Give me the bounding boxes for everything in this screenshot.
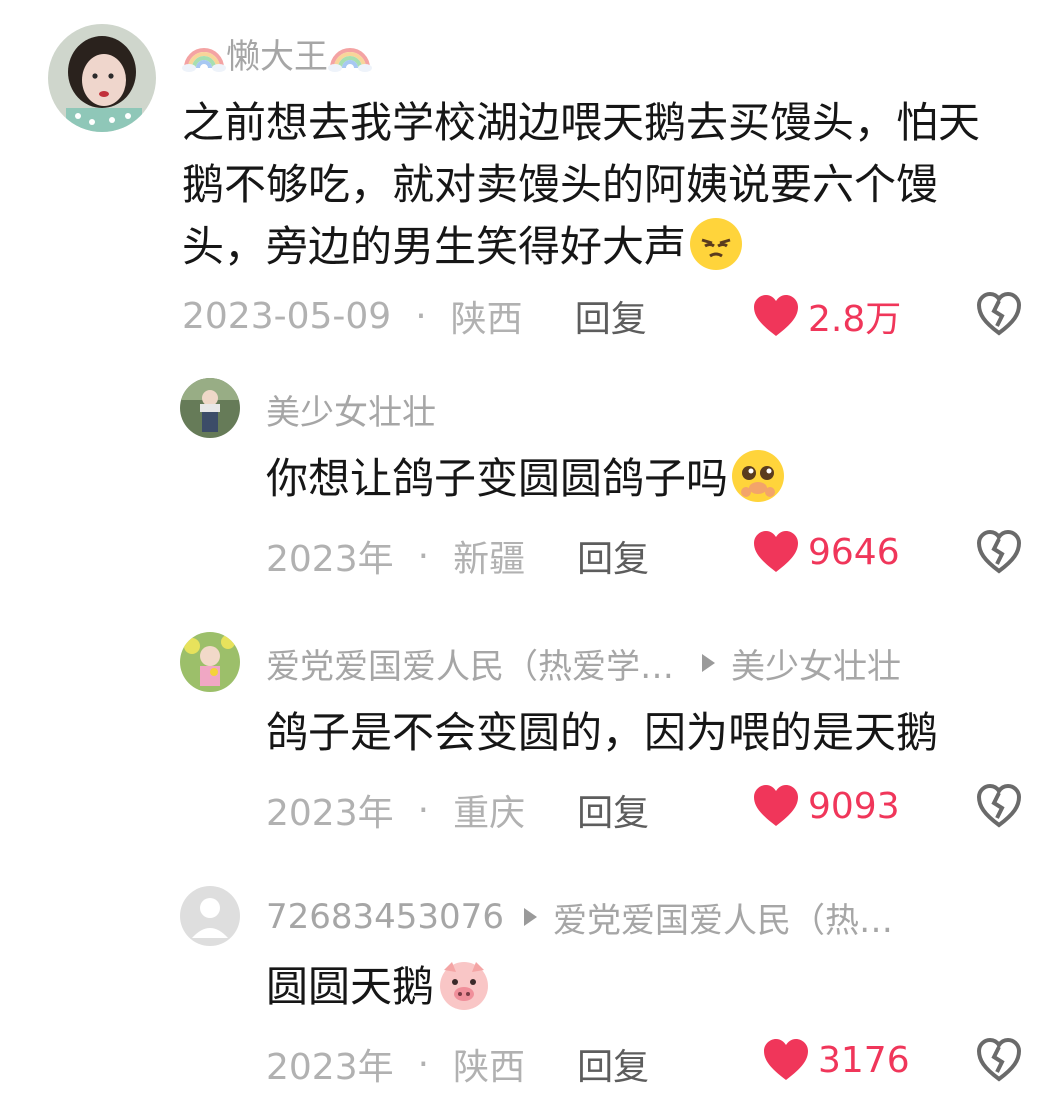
username[interactable]: 懒大王 — [226, 29, 328, 78]
avatar[interactable] — [48, 24, 156, 132]
location: 重庆 — [453, 793, 526, 834]
location: 陕西 — [453, 1047, 526, 1088]
meta-row: 2023-05-09 · 陕西 回复 — [182, 290, 647, 342]
username[interactable]: 美少女壮壮 — [266, 385, 436, 434]
location: 陕西 — [450, 299, 523, 340]
broken-heart-icon[interactable] — [976, 784, 1022, 828]
rainbow-icon — [182, 34, 226, 72]
reply-arrow-icon — [523, 908, 537, 926]
reply-button[interactable]: 回复 — [577, 1038, 649, 1090]
username-row: 美少女壮壮 — [266, 385, 436, 434]
broken-heart-icon[interactable] — [976, 530, 1022, 574]
date: 2023年 — [266, 539, 394, 580]
pig-face-emoji — [436, 956, 492, 1012]
username-row: 72683453076 爱党爱国爱人民（热… — [266, 893, 893, 942]
comment-text: 你想让鸽子变圆圆鸽子吗 — [266, 448, 1026, 510]
meta-row: 2023年 · 新疆 回复 — [266, 530, 649, 582]
avatar-placeholder[interactable] — [180, 886, 240, 946]
smirk-face-emoji — [688, 216, 744, 272]
date: 2023-05-09 — [182, 295, 392, 337]
date: 2023年 — [266, 793, 394, 834]
like-count: 9093 — [808, 785, 900, 827]
like-button[interactable]: 2.8万 — [752, 290, 901, 342]
meta-row: 2023年 · 重庆 回复 — [266, 784, 649, 836]
heart-icon — [754, 785, 798, 826]
separator-dot: · — [417, 535, 430, 577]
broken-heart-icon[interactable] — [976, 292, 1022, 336]
comment-text: 之前想去我学校湖边喂天鹅去买馒头，怕天鹅不够吃，就对卖馒头的阿姨说要六个馒头，旁… — [182, 98, 981, 272]
like-button[interactable]: 9646 — [752, 530, 900, 574]
username-row: 懒大王 — [182, 29, 372, 78]
pleading-face-emoji — [730, 448, 786, 504]
heart-icon — [754, 295, 798, 336]
like-count: 3176 — [818, 1039, 910, 1081]
avatar[interactable] — [180, 632, 240, 692]
comment-text: 鸽子是不会变圆的，因为喂的是天鹅 — [266, 708, 939, 757]
rainbow-icon — [328, 34, 372, 72]
like-button[interactable]: 9093 — [752, 784, 900, 828]
separator-dot: · — [415, 295, 427, 337]
heart-icon — [764, 1039, 808, 1080]
like-count: 9646 — [808, 531, 900, 573]
reply-button[interactable]: 回复 — [577, 784, 649, 836]
reply-arrow-icon — [702, 654, 715, 672]
meta-row: 2023年 · 陕西 回复 — [266, 1038, 649, 1090]
reply-to-username[interactable]: 美少女壮壮 — [731, 639, 901, 688]
like-button[interactable]: 3176 — [762, 1038, 910, 1082]
reply-button[interactable]: 回复 — [575, 290, 647, 342]
separator-dot: · — [417, 789, 430, 831]
reply-to-username[interactable]: 爱党爱国爱人民（热… — [553, 893, 893, 942]
comment-text: 圆圆天鹅 — [266, 956, 1026, 1018]
separator-dot: · — [417, 1043, 430, 1085]
like-count: 2.8万 — [808, 299, 902, 340]
date: 2023年 — [266, 1047, 394, 1088]
username[interactable]: 72683453076 — [266, 897, 504, 937]
heart-icon — [754, 531, 798, 572]
reply-button[interactable]: 回复 — [577, 530, 649, 582]
broken-heart-icon[interactable] — [976, 1038, 1022, 1082]
username[interactable]: 爱党爱国爱人民（热爱学… — [266, 639, 674, 688]
avatar[interactable] — [180, 378, 240, 438]
username-row: 爱党爱国爱人民（热爱学… 美少女壮壮 — [266, 639, 901, 688]
location: 新疆 — [453, 539, 526, 580]
